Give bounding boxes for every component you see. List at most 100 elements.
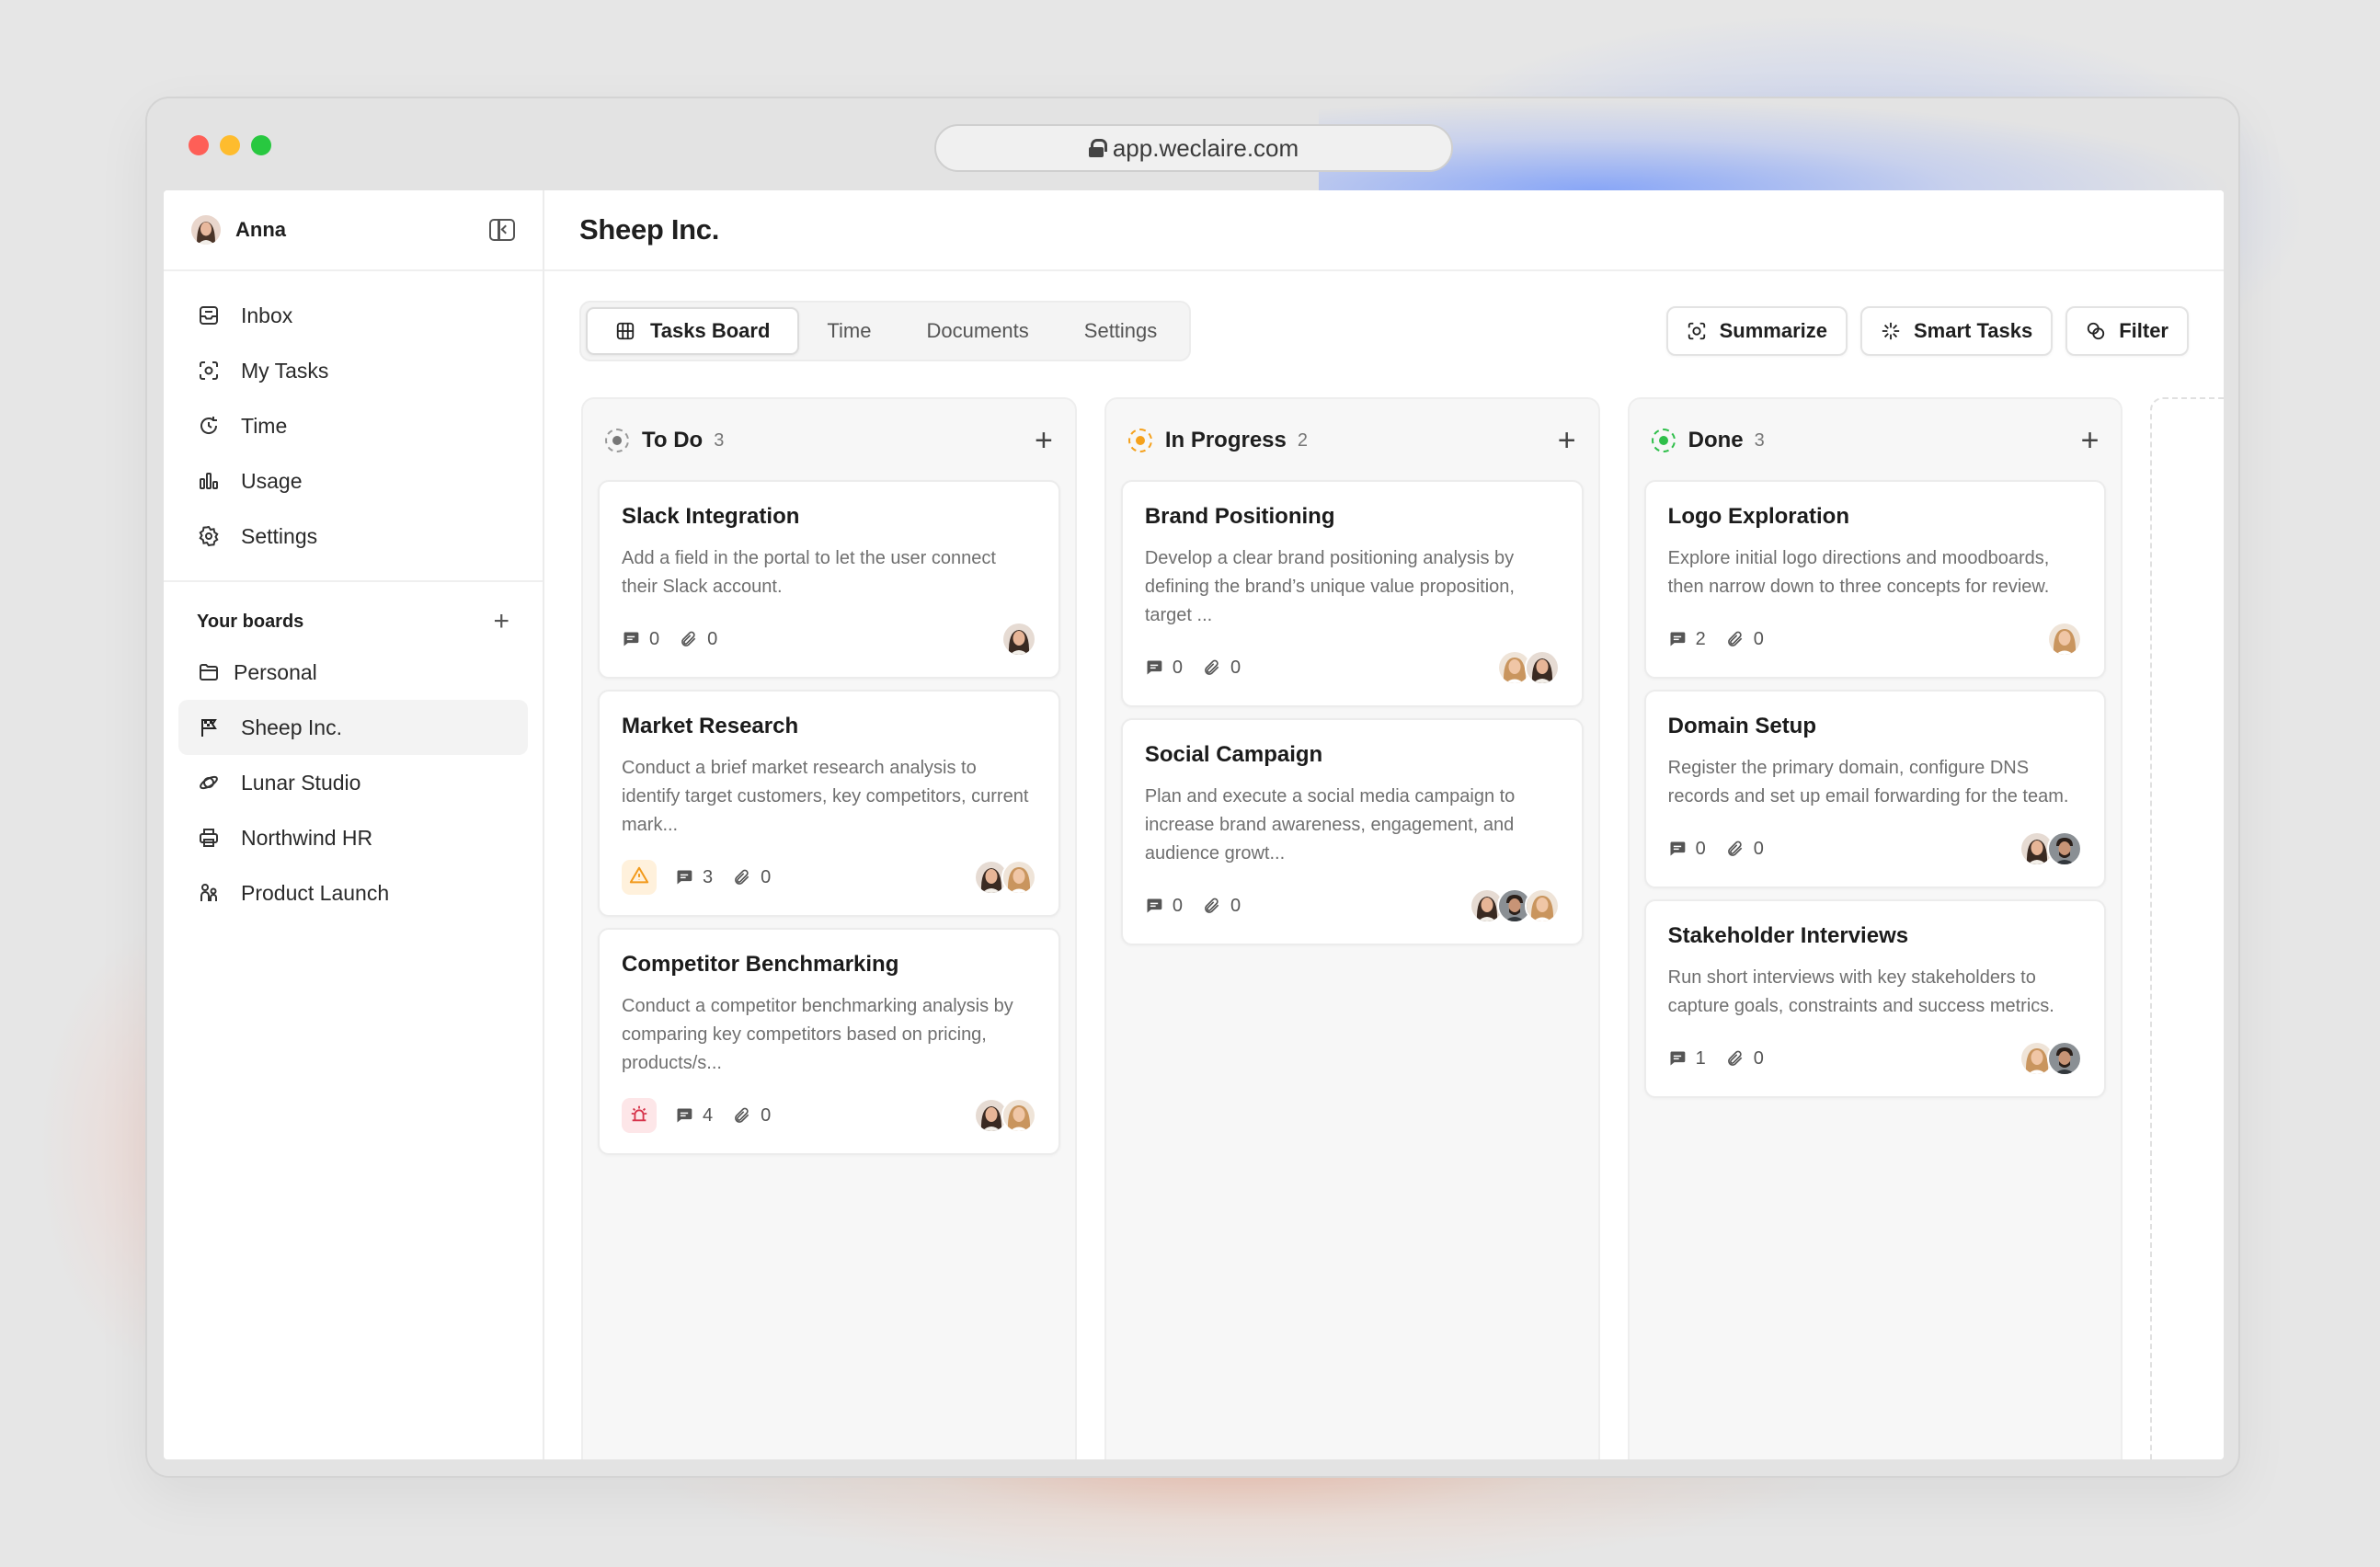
comment-count[interactable]: 0	[1145, 896, 1183, 917]
comment-count[interactable]: 0	[1145, 658, 1183, 679]
main-header: Sheep Inc.	[544, 190, 2224, 271]
gear-icon	[197, 524, 221, 548]
comment-count[interactable]: 2	[1668, 629, 1706, 650]
collapse-sidebar-icon[interactable]	[489, 219, 515, 241]
task-card[interactable]: Social Campaign Plan and execute a socia…	[1120, 718, 1584, 945]
assignee-avatars[interactable]	[973, 860, 1036, 895]
main-content: Sheep Inc. Tasks Board Time Documents Se…	[544, 190, 2224, 1459]
maximize-window-button[interactable]	[251, 135, 271, 155]
filter-button[interactable]: Filter	[2065, 306, 2189, 356]
close-window-button[interactable]	[189, 135, 209, 155]
browser-window: app.weclaire.com Anna Inbox My Tasks Tim…	[145, 97, 2240, 1478]
tab-settings[interactable]: Settings	[1057, 307, 1185, 355]
attachment-count[interactable]: 0	[1203, 896, 1241, 917]
assignee-avatars[interactable]	[1469, 888, 1560, 923]
board-item-personal[interactable]: Personal	[178, 645, 528, 700]
task-card[interactable]: Competitor Benchmarking Conduct a compet…	[598, 928, 1060, 1155]
column-header: To Do 3 +	[598, 412, 1060, 469]
add-task-button[interactable]: +	[1035, 425, 1053, 456]
comment-count-value: 0	[1172, 657, 1183, 678]
summarize-button[interactable]: Summarize	[1665, 306, 1848, 356]
bar-chart-icon	[197, 469, 221, 493]
boards-heading: Your boards	[197, 611, 304, 632]
comment-count[interactable]: 4	[675, 1105, 713, 1127]
sidebar-header: Anna	[164, 190, 543, 271]
add-column-placeholder[interactable]	[2150, 397, 2224, 1459]
task-title: Stakeholder Interviews	[1667, 923, 1909, 948]
comment-icon	[675, 868, 693, 886]
attachment-count[interactable]: 0	[1726, 1048, 1764, 1069]
orbit-icon	[197, 771, 221, 795]
task-card[interactable]: Market Research Conduct a brief market r…	[598, 690, 1060, 917]
task-card[interactable]: Slack Integration Add a field in the por…	[598, 480, 1060, 679]
assignee-avatars[interactable]	[973, 1098, 1036, 1133]
task-title: Logo Exploration	[1667, 504, 1849, 529]
warning-badge[interactable]	[622, 860, 657, 895]
avatar	[1001, 1098, 1036, 1133]
tab-time[interactable]: Time	[799, 307, 898, 355]
attachment-count[interactable]: 0	[680, 629, 717, 650]
attachment-count[interactable]: 0	[1726, 839, 1764, 860]
board-item-sheep-inc[interactable]: Sheep Inc.	[178, 700, 528, 755]
column-count: 3	[714, 429, 725, 451]
tab-documents[interactable]: Documents	[899, 307, 1057, 355]
task-card[interactable]: Brand Positioning Develop a clear brand …	[1120, 480, 1584, 707]
view-tabs: Tasks Board Time Documents Settings	[579, 301, 1192, 361]
attachment-count[interactable]: 0	[733, 867, 771, 888]
board-item-northwind-hr[interactable]: Northwind HR	[178, 810, 528, 865]
attachment-count-value: 0	[1230, 895, 1241, 916]
add-task-button[interactable]: +	[1558, 425, 1576, 456]
add-task-button[interactable]: +	[2081, 425, 2100, 456]
column-title: To Do	[642, 428, 704, 452]
tab-tasks-board[interactable]: Tasks Board	[586, 307, 800, 355]
task-card[interactable]: Stakeholder Interviews Run short intervi…	[1643, 899, 2107, 1098]
comment-icon	[622, 630, 640, 648]
comment-count[interactable]: 1	[1668, 1048, 1706, 1069]
task-footer: 2 0	[1668, 620, 2083, 658]
paperclip-icon	[1726, 840, 1745, 858]
lock-icon	[1088, 139, 1107, 157]
board-item-product-launch[interactable]: Product Launch	[178, 865, 528, 921]
assignee-avatars[interactable]	[2020, 1041, 2083, 1076]
boards-list: Personal Sheep Inc. Lunar Studio Northwi…	[164, 645, 543, 921]
board-item-label: Northwind HR	[241, 825, 373, 850]
nav-item-usage[interactable]: Usage	[182, 453, 524, 509]
minimize-window-button[interactable]	[220, 135, 240, 155]
assignee-avatars[interactable]	[1001, 622, 1036, 657]
comment-count[interactable]: 0	[622, 629, 659, 650]
nav-item-time[interactable]: Time	[182, 398, 524, 453]
column-count: 3	[1754, 429, 1765, 451]
nav-item-settings[interactable]: Settings	[182, 509, 524, 564]
task-card[interactable]: Domain Setup Register the primary domain…	[1643, 690, 2107, 888]
address-bar[interactable]: app.weclaire.com	[934, 124, 1453, 172]
attachment-count[interactable]: 0	[1203, 658, 1241, 679]
comment-count-value: 0	[1172, 895, 1183, 916]
assignee-avatars[interactable]	[2047, 622, 2083, 657]
smart-tasks-button[interactable]: Smart Tasks	[1859, 306, 2054, 356]
attachment-count-value: 0	[1753, 1047, 1764, 1069]
focus-icon	[197, 359, 221, 383]
window-controls	[189, 135, 271, 155]
attachment-count[interactable]: 0	[1726, 629, 1764, 650]
board-item-label: Sheep Inc.	[241, 715, 342, 739]
attachment-count[interactable]: 0	[733, 1105, 771, 1127]
assignee-avatars[interactable]	[1496, 650, 1560, 685]
comment-icon	[1145, 658, 1163, 677]
board-item-lunar-studio[interactable]: Lunar Studio	[178, 755, 528, 810]
nav-item-inbox[interactable]: Inbox	[182, 288, 524, 343]
user-avatar[interactable]	[191, 215, 221, 245]
bug-badge[interactable]	[622, 1098, 657, 1133]
task-title: Competitor Benchmarking	[622, 952, 899, 977]
comment-count[interactable]: 0	[1668, 839, 1706, 860]
assignee-avatars[interactable]	[2020, 831, 2083, 866]
page-title: Sheep Inc.	[579, 213, 720, 246]
task-card[interactable]: Logo Exploration Explore initial logo di…	[1643, 480, 2107, 679]
nav-item-label: Usage	[241, 468, 303, 493]
paperclip-icon	[733, 868, 751, 886]
user-name[interactable]: Anna	[235, 218, 489, 242]
nav-item-my-tasks[interactable]: My Tasks	[182, 343, 524, 398]
comment-count[interactable]: 3	[675, 867, 713, 888]
attachment-count-value: 0	[1753, 628, 1764, 649]
printer-icon	[197, 826, 221, 850]
add-board-button[interactable]: +	[493, 608, 509, 635]
